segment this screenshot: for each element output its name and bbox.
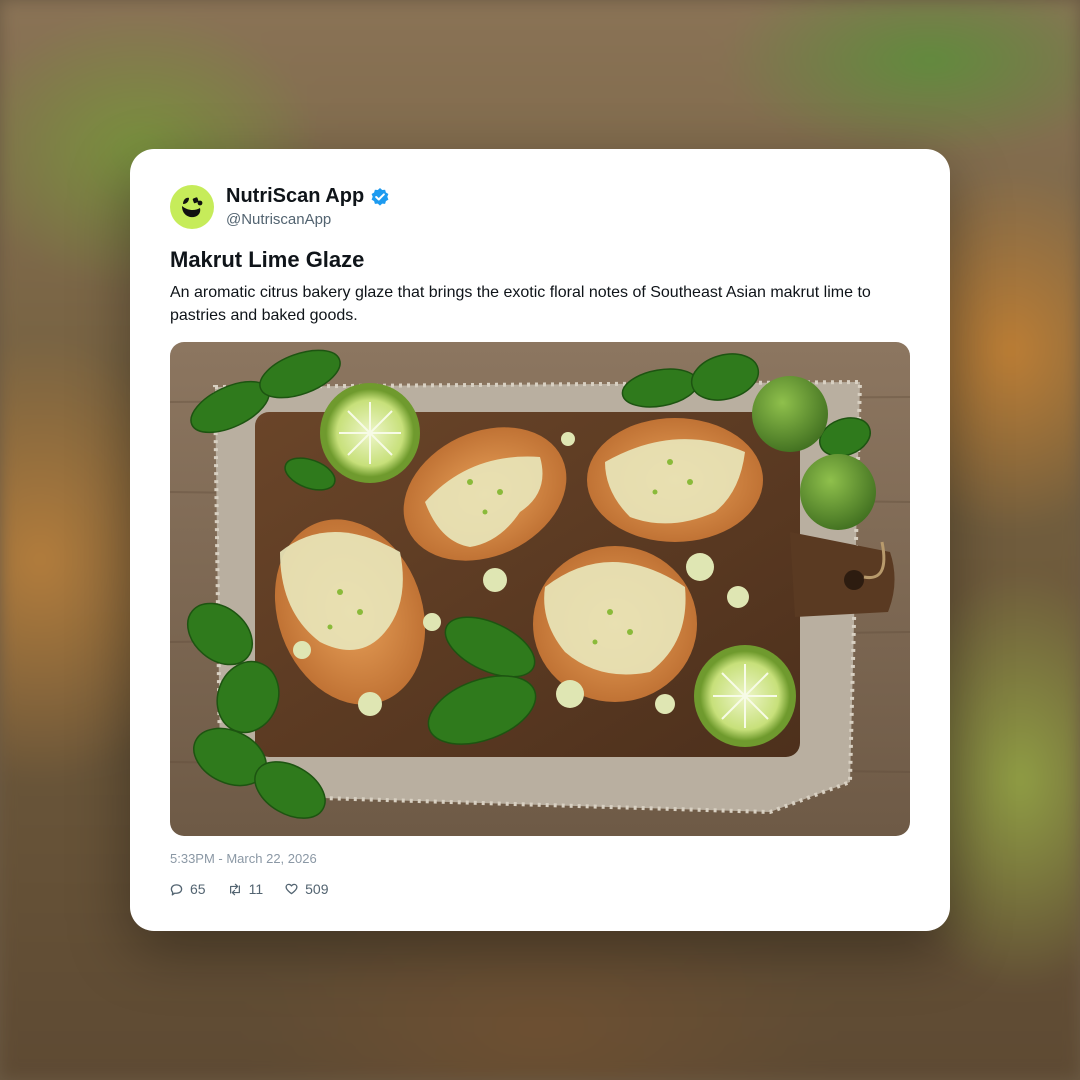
heart-icon — [285, 883, 298, 895]
post-timestamp[interactable]: 5:33PM - March 22, 2026 — [170, 851, 317, 866]
post-description: An aromatic citrus bakery glaze that bri… — [170, 284, 871, 324]
like-count: 509 — [305, 881, 329, 897]
pastries-photo — [170, 342, 910, 836]
reply-icon — [170, 883, 183, 896]
post-image[interactable] — [170, 342, 910, 836]
post-card: NutriScan App @NutriscanApp Makrut Lime … — [130, 149, 950, 931]
post-actions: 65 11 509 — [170, 881, 350, 897]
like-button[interactable]: 509 — [285, 881, 328, 897]
post-title: Makrut Lime Glaze — [170, 247, 365, 272]
user-handle[interactable]: @NutriscanApp — [226, 211, 331, 228]
leaf-logo-icon — [182, 197, 203, 218]
reply-count: 65 — [190, 881, 206, 897]
repost-icon — [229, 883, 240, 895]
repost-button[interactable]: 11 — [228, 881, 264, 897]
repost-count: 11 — [248, 881, 264, 897]
display-name[interactable]: NutriScan App — [226, 185, 364, 208]
verified-badge-icon — [371, 187, 389, 206]
reply-button[interactable]: 65 — [170, 881, 206, 897]
avatar[interactable] — [170, 185, 214, 229]
